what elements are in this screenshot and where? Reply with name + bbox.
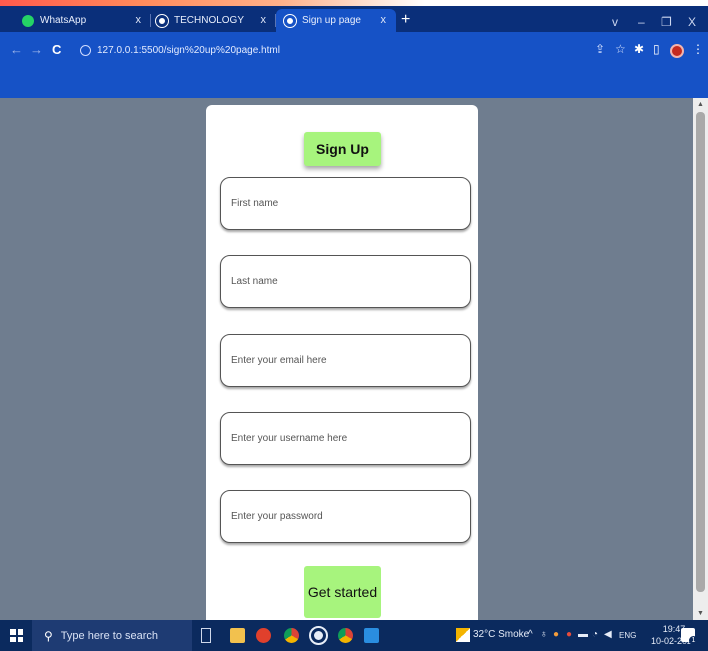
- first-name-input[interactable]: [231, 178, 461, 229]
- notification-center-icon[interactable]: 1: [681, 628, 698, 645]
- site-info-icon[interactable]: [80, 44, 91, 56]
- task-view-icon[interactable]: [201, 628, 211, 643]
- tab-whatsapp[interactable]: WhatsApp x: [14, 9, 151, 32]
- side-panel-icon[interactable]: ▯: [653, 42, 660, 56]
- tab-close-icon[interactable]: x: [381, 14, 387, 26]
- notification-count: 1: [689, 636, 698, 645]
- scrollbar-thumb[interactable]: [696, 112, 705, 592]
- username-field[interactable]: [220, 412, 471, 465]
- last-name-input[interactable]: [231, 256, 461, 307]
- search-icon: ⚲: [44, 628, 53, 643]
- mic-icon[interactable]: ♁: [540, 629, 548, 640]
- whatsapp-icon: [22, 14, 34, 27]
- tab-label: WhatsApp: [40, 15, 87, 26]
- browser-tab-strip: WhatsApp x TECHNOLOGY x Sign up page x +…: [0, 6, 708, 32]
- mail-app-icon[interactable]: [256, 628, 271, 643]
- password-field[interactable]: [220, 490, 471, 543]
- profile-avatar[interactable]: [670, 44, 684, 58]
- scroll-down-icon[interactable]: ▼: [697, 610, 704, 617]
- taskbar-search-box[interactable]: ⚲ Type here to search: [32, 620, 192, 651]
- chrome-taskbar-icon-2[interactable]: [338, 628, 353, 643]
- volume-icon[interactable]: ◀: [604, 629, 612, 640]
- signup-card: Sign Up Get started: [206, 105, 478, 620]
- page-scrollbar[interactable]: ▲ ▼: [693, 98, 708, 620]
- tab-close-icon[interactable]: x: [261, 14, 267, 26]
- scroll-up-icon[interactable]: ▲: [697, 101, 704, 108]
- tab-close-icon[interactable]: x: [136, 14, 142, 26]
- reload-button[interactable]: C: [52, 42, 61, 57]
- tab-search-chevron-icon[interactable]: v: [612, 15, 618, 29]
- tray-chevron-icon[interactable]: ^: [528, 629, 533, 640]
- chrome-profile-icon[interactable]: [309, 626, 328, 645]
- search-placeholder: Type here to search: [60, 629, 159, 642]
- last-name-field[interactable]: [220, 255, 471, 308]
- minimize-button[interactable]: –: [638, 15, 645, 29]
- get-started-button[interactable]: Get started: [304, 566, 381, 618]
- weather-text[interactable]: 32°C Smoke: [473, 629, 529, 640]
- email-field[interactable]: [220, 334, 471, 387]
- page-header-bar: [0, 68, 708, 98]
- screen: WhatsApp x TECHNOLOGY x Sign up page x +…: [0, 0, 708, 651]
- url-text: 127.0.0.1:5500/sign%20up%20page.html: [97, 44, 280, 56]
- windows-start-icon[interactable]: [10, 629, 23, 642]
- windows-taskbar: ⚲ Type here to search 32°C Smoke ^ ♁ ● ●…: [0, 620, 708, 651]
- wifi-icon[interactable]: ◔: [592, 629, 598, 640]
- tab-label: TECHNOLOGY: [174, 15, 245, 26]
- bookmark-star-icon[interactable]: ☆: [615, 42, 626, 56]
- menu-icon[interactable]: ⋮: [692, 42, 704, 56]
- restore-button[interactable]: ❐: [661, 15, 672, 29]
- extensions-icon[interactable]: ✱: [634, 42, 644, 56]
- tray-app-icon-2[interactable]: ●: [566, 629, 572, 640]
- close-window-button[interactable]: X: [688, 15, 696, 29]
- chrome-icon: [283, 13, 297, 28]
- weather-icon[interactable]: [456, 628, 470, 642]
- forward-button[interactable]: →: [30, 42, 43, 57]
- tab-sign-up-page[interactable]: Sign up page x: [276, 9, 396, 32]
- page-viewport: Sign Up Get started: [0, 98, 693, 620]
- tray-app-icon[interactable]: ●: [553, 629, 559, 640]
- username-input[interactable]: [231, 413, 461, 464]
- first-name-field[interactable]: [220, 177, 471, 230]
- password-input[interactable]: [231, 491, 461, 542]
- tab-label: Sign up page: [302, 15, 361, 26]
- language-indicator[interactable]: ENG: [619, 631, 636, 640]
- address-bar[interactable]: 127.0.0.1:5500/sign%20up%20page.html: [80, 40, 610, 60]
- sign-up-title: Sign Up: [304, 132, 381, 166]
- email-input[interactable]: [231, 335, 461, 386]
- battery-icon[interactable]: ▬: [578, 629, 588, 640]
- new-tab-button[interactable]: +: [401, 12, 410, 28]
- browser-toolbar: ← → C 127.0.0.1:5500/sign%20up%20page.ht…: [0, 32, 708, 68]
- file-explorer-icon[interactable]: [230, 628, 245, 643]
- chrome-taskbar-icon[interactable]: [284, 628, 299, 643]
- tab-technology[interactable]: TECHNOLOGY x: [148, 9, 276, 32]
- chrome-icon: [155, 13, 169, 28]
- share-icon[interactable]: ⇪: [595, 42, 605, 56]
- vscode-icon[interactable]: [364, 628, 379, 643]
- back-button[interactable]: ←: [10, 42, 23, 57]
